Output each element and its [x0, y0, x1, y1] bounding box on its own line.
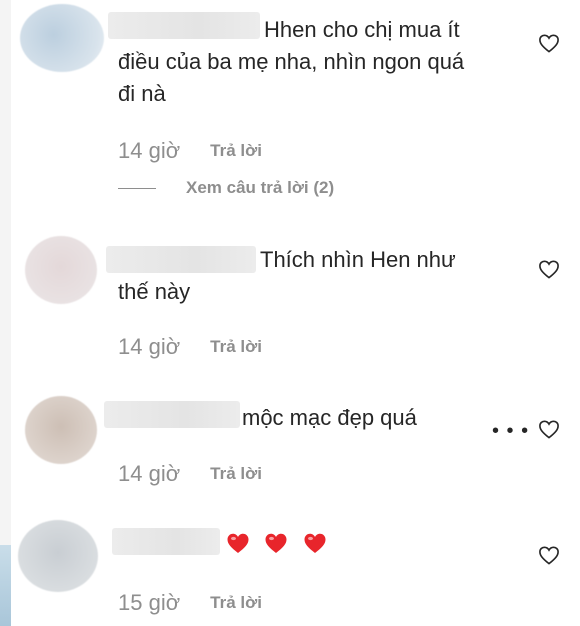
comment-meta: 14 giờ Trả lời	[118, 137, 262, 165]
reply-button[interactable]: Trả lời	[210, 593, 262, 613]
view-replies-button[interactable]: Xem câu trả lời (2)	[118, 178, 334, 198]
reply-button[interactable]: Trả lời	[210, 337, 262, 357]
view-replies-label[interactable]: Xem câu trả lời (2)	[186, 178, 334, 198]
avatar[interactable]	[25, 396, 97, 464]
comment-time[interactable]: 14 giờ	[118, 138, 180, 164]
heart-outline-icon[interactable]	[538, 259, 560, 279]
reply-button[interactable]: Trả lời	[210, 464, 262, 484]
more-horizontal-icon[interactable]: • • •	[492, 421, 529, 441]
comment-text-line: mộc mạc đẹp quá	[242, 405, 417, 430]
username-blurred[interactable]	[112, 528, 220, 555]
comment-time[interactable]: 14 giờ	[118, 334, 180, 360]
comment-meta: 15 giờ Trả lời	[118, 589, 262, 617]
comment-text-line: thế này	[118, 279, 191, 304]
comment-time[interactable]: 14 giờ	[118, 461, 180, 487]
view-replies-line	[118, 187, 156, 189]
heart-emoji	[304, 533, 326, 553]
avatar[interactable]	[25, 236, 97, 304]
left-edge-strip	[0, 0, 11, 626]
comment-meta: 14 giờ Trả lời	[118, 333, 262, 361]
heart-emoji	[265, 533, 287, 553]
comment-meta: 14 giờ Trả lời	[118, 460, 262, 488]
comment-text-line: điều của ba mẹ nha, nhìn ngon quá	[118, 49, 465, 74]
avatar[interactable]	[18, 520, 98, 592]
reply-button[interactable]: Trả lời	[210, 141, 262, 161]
heart-outline-icon[interactable]	[538, 419, 560, 439]
comment-text-line: Hhen cho chị mua ít	[264, 17, 460, 42]
comment-emoji-row	[226, 532, 337, 556]
avatar[interactable]	[20, 4, 104, 72]
heart-emoji	[227, 533, 249, 553]
comment-time[interactable]: 15 giờ	[118, 590, 180, 616]
username-blurred[interactable]	[104, 401, 240, 428]
heart-outline-icon[interactable]	[538, 545, 560, 565]
username-blurred[interactable]	[106, 246, 256, 273]
comment-text-line: đi nà	[118, 81, 166, 106]
username-blurred[interactable]	[108, 12, 260, 39]
comment-text-line: Thích nhìn Hen như	[260, 247, 456, 272]
heart-outline-icon[interactable]	[538, 33, 560, 53]
